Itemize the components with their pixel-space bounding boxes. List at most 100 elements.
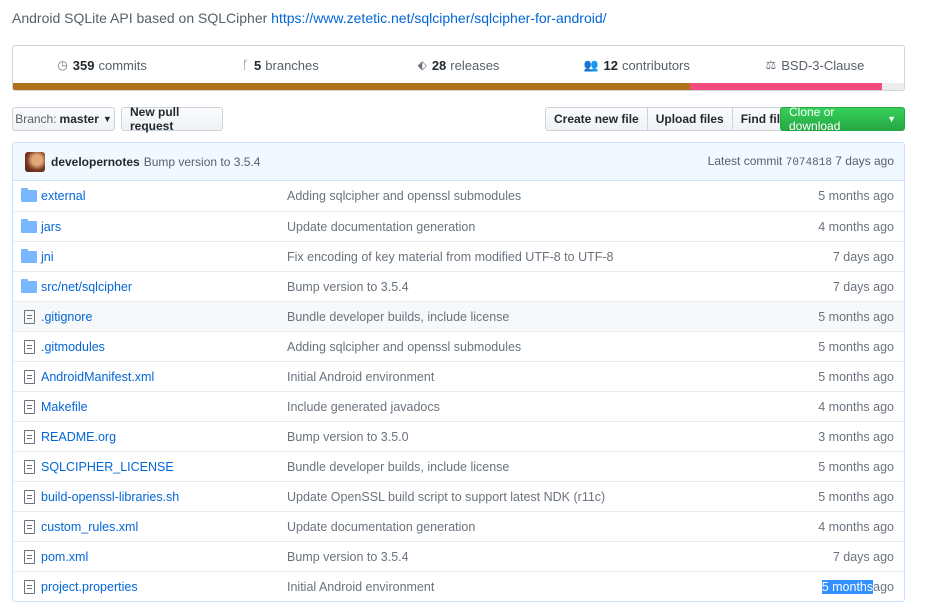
branch-prefix: Branch: <box>15 112 57 126</box>
file-row[interactable]: jni Fix encoding of key material from mod… <box>13 241 904 271</box>
file-row[interactable]: jars Update documentation generation 4 mon… <box>13 211 904 241</box>
file-name-link[interactable]: AndroidManifest.xml <box>41 370 287 384</box>
releases-label: releases <box>450 57 500 73</box>
commit-message[interactable]: Bump version to 3.5.4 <box>144 155 261 169</box>
file-row[interactable]: Makefile Include generated javadocs 4 mont… <box>13 391 904 421</box>
file-age: 5 months ago <box>818 489 894 504</box>
file-icon <box>21 309 37 324</box>
file-commit-message[interactable]: Bundle developer builds, include license <box>287 460 818 474</box>
new-pull-request-button[interactable]: New pull request <box>121 105 223 133</box>
file-age: 7 days ago <box>832 249 894 264</box>
clone-label: Clone or download <box>789 105 841 133</box>
file-age: 7 days ago <box>832 549 894 564</box>
language-segment[interactable] <box>881 83 904 90</box>
file-icon <box>21 339 37 354</box>
commits-link[interactable]: ◷ 359 commits <box>13 58 191 73</box>
file-row[interactable]: AndroidManifest.xml Initial Android envir… <box>13 361 904 391</box>
releases-link[interactable]: ⬖ 28 releases <box>369 58 547 73</box>
file-commit-message[interactable]: Include generated javadocs <box>287 400 818 414</box>
file-row[interactable]: custom_rules.xml Update documentation gen… <box>13 511 904 541</box>
file-name-link[interactable]: .gitmodules <box>41 340 287 354</box>
file-row[interactable]: .gitignore Bundle developer builds, inclu… <box>13 301 904 331</box>
folder-icon <box>21 218 37 234</box>
file-name-link[interactable]: src/net/sqlcipher <box>41 280 287 294</box>
file-row[interactable]: SQLCIPHER_LICENSE Bundle developer builds… <box>13 451 904 481</box>
commit-sha[interactable]: 7074818 <box>786 157 832 169</box>
file-commit-message[interactable]: Adding sqlcipher and openssl submodules <box>287 189 818 203</box>
file-commit-message[interactable]: Bump version to 3.5.0 <box>287 430 818 444</box>
file-age: 4 months ago <box>818 219 894 234</box>
latest-commit-prefix: Latest commit <box>707 154 783 168</box>
language-segment[interactable] <box>13 83 691 90</box>
file-row[interactable]: src/net/sqlcipher Bump version to 3.5.4 7 … <box>13 271 904 301</box>
homepage-link[interactable]: https://www.zetetic.net/sqlcipher/sqlcip… <box>271 10 606 26</box>
folder-icon <box>21 248 37 264</box>
latest-commit-bar: developernotes Bump version to 3.5.4 Lat… <box>13 143 904 181</box>
file-row[interactable]: .gitmodules Adding sqlcipher and openssl … <box>13 331 904 361</box>
file-name-link[interactable]: pom.xml <box>41 550 287 564</box>
branches-label: branches <box>265 57 319 73</box>
license-link[interactable]: ⚖ BSD-3-Clause <box>726 58 904 73</box>
commit-author[interactable]: developernotes <box>51 155 140 169</box>
file-age: 3 months ago <box>818 429 894 444</box>
file-name-link[interactable]: .gitignore <box>41 310 287 324</box>
clone-or-download-button[interactable]: Clone or download ▼ <box>780 105 905 133</box>
file-commit-message[interactable]: Fix encoding of key material from modifi… <box>287 250 833 264</box>
file-commit-message[interactable]: Initial Android environment <box>287 370 818 384</box>
file-name-link[interactable]: custom_rules.xml <box>41 520 287 534</box>
file-name-link[interactable]: Makefile <box>41 400 287 414</box>
people-icon: 👥 <box>583 58 599 72</box>
language-segment[interactable] <box>690 83 882 90</box>
repo-summary: ◷ 359 commits ᚴ 5 branches ⬖ 28 releases… <box>12 45 905 91</box>
file-name-link[interactable]: build-openssl-libraries.sh <box>41 490 287 504</box>
file-name-link[interactable]: README.org <box>41 430 287 444</box>
folder-icon <box>21 278 37 294</box>
file-commit-message[interactable]: Bundle developer builds, include license <box>287 310 818 324</box>
branch-name: master <box>59 112 99 126</box>
branches-link[interactable]: ᚴ 5 branches <box>191 58 369 73</box>
file-commit-message[interactable]: Bump version to 3.5.4 <box>287 550 833 564</box>
upload-files-button[interactable]: Upload files <box>646 107 733 131</box>
file-table: developernotes Bump version to 3.5.4 Lat… <box>12 142 905 602</box>
file-row[interactable]: pom.xml Bump version to 3.5.4 7 days ago <box>13 541 904 571</box>
folder-icon <box>21 188 37 203</box>
file-commit-message[interactable]: Bump version to 3.5.4 <box>287 280 833 294</box>
commits-count: 359 <box>72 57 95 73</box>
file-name-link[interactable]: jni <box>41 250 287 264</box>
file-commit-message[interactable]: Update documentation generation <box>287 520 818 534</box>
file-icon <box>21 519 37 534</box>
file-commit-message[interactable]: Update OpenSSL build script to support l… <box>287 490 818 504</box>
selected-text: 5 months <box>821 579 874 594</box>
contributors-count: 12 <box>603 57 618 73</box>
branch-select-button[interactable]: Branch: master ▼ <box>12 107 115 131</box>
file-name-link[interactable]: external <box>41 189 287 203</box>
license-label: BSD-3-Clause <box>781 57 865 73</box>
file-name-link[interactable]: jars <box>41 220 287 234</box>
file-age: 5 months ago <box>818 459 894 474</box>
file-row[interactable]: README.org Bump version to 3.5.0 3 months … <box>13 421 904 451</box>
file-icon <box>21 489 37 504</box>
file-commit-message[interactable]: Initial Android environment <box>287 580 822 594</box>
avatar[interactable] <box>25 151 45 172</box>
latest-commit-info: Latest commit 7074818 7 days ago <box>708 154 894 169</box>
file-list: external Adding sqlcipher and openssl sub… <box>13 181 904 601</box>
file-actions: Create new file Upload files Find file <box>545 107 796 131</box>
file-commit-message[interactable]: Adding sqlcipher and openssl submodules <box>287 340 818 354</box>
language-bar[interactable] <box>13 83 904 90</box>
age-suffix: ago <box>873 579 894 594</box>
file-row[interactable]: external Adding sqlcipher and openssl sub… <box>13 181 904 211</box>
file-row[interactable]: project.properties Initial Android enviro… <box>13 571 904 601</box>
file-age: 7 days ago <box>832 279 894 294</box>
file-commit-message[interactable]: Update documentation generation <box>287 220 818 234</box>
file-row[interactable]: build-openssl-libraries.sh Update OpenSSL… <box>13 481 904 511</box>
repo-description: Android SQLite API based on SQLCipher ht… <box>12 10 607 26</box>
file-name-link[interactable]: project.properties <box>41 580 287 594</box>
file-icon <box>21 549 37 564</box>
commits-label: commits <box>98 57 147 73</box>
contributors-link[interactable]: 👥 12 contributors <box>548 58 726 73</box>
create-new-file-button[interactable]: Create new file <box>545 107 648 131</box>
file-icon <box>21 369 37 384</box>
commit-age: 7 days ago <box>835 154 894 168</box>
file-age: 4 months ago <box>818 519 894 534</box>
file-name-link[interactable]: SQLCIPHER_LICENSE <box>41 460 287 474</box>
